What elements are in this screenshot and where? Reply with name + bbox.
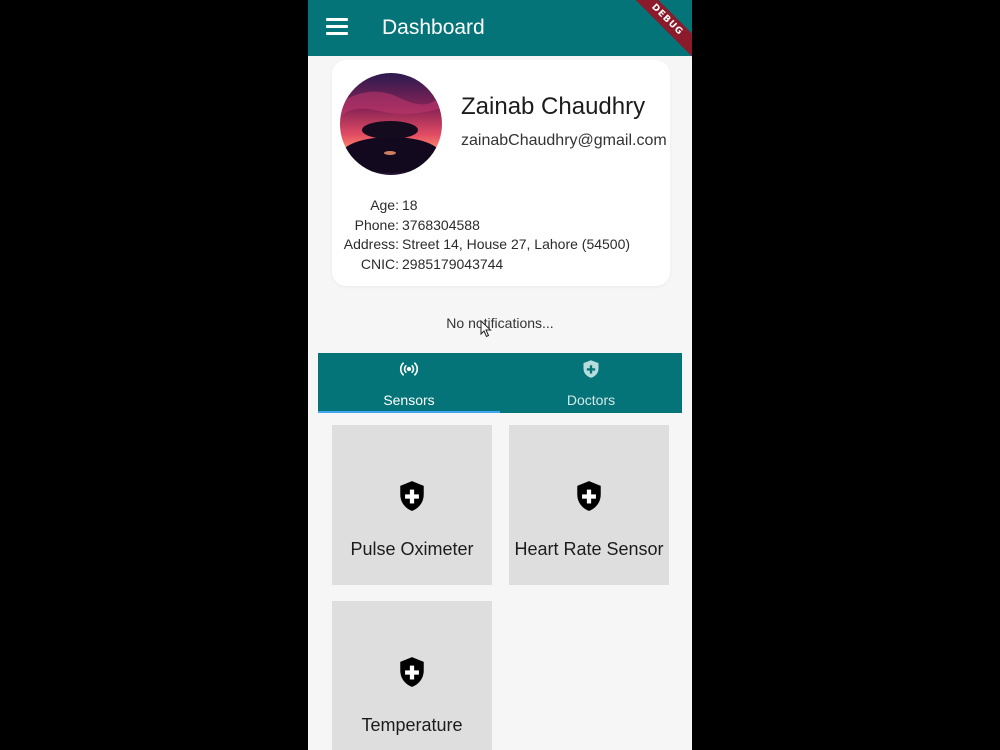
detail-label: Address: [343, 236, 399, 252]
sensor-label: Temperature [361, 715, 463, 735]
tab-indicator [318, 411, 500, 413]
detail-label: Phone: [354, 216, 399, 233]
detail-value: 3768304588 [402, 216, 480, 233]
sensor-card-pulse-oximeter[interactable]: Pulse Oximeter [332, 425, 492, 585]
sensors-icon [399, 362, 419, 376]
tab-label: Doctors [566, 392, 616, 408]
sensor-label: Pulse Oximeter [350, 539, 474, 559]
shield-plus-icon [583, 360, 599, 378]
sensor-label: Heart Rate Sensor [514, 539, 664, 559]
sensor-card-heart-rate[interactable]: Heart Rate Sensor [509, 425, 669, 585]
detail-value: 2985179043744 [402, 255, 504, 272]
detail-address: Address: Street 14, House 27, Lahore (545… [332, 235, 670, 255]
debug-banner: DEBUG [622, 0, 692, 65]
app-screen: Dashboard DEBUG Zainab Chaudhry zainabCh… [308, 0, 692, 750]
profile-email: zainabChaudhry@gmail.com [461, 132, 667, 149]
detail-age: Age: 18 [332, 196, 670, 216]
avatar[interactable] [340, 73, 442, 175]
menu-icon[interactable] [326, 18, 348, 36]
profile-name: Zainab Chaudhry [461, 93, 646, 120]
page-title: Dashboard [382, 16, 485, 39]
notifications-text: No notifications... [446, 315, 554, 331]
detail-cnic: CNIC: 2985179043744 [332, 255, 670, 275]
profile-details: Age: 18 Phone: 3768304588 Address: Street 1… [332, 196, 670, 274]
tab-sensors[interactable]: Sensors [318, 353, 500, 413]
shield-plus-icon [577, 481, 601, 511]
detail-label: CNIC: [360, 255, 399, 272]
app-bar: Dashboard DEBUG [308, 0, 692, 65]
detail-label: Age: [370, 197, 399, 213]
sensor-card-temperature[interactable]: Temperature [332, 601, 492, 750]
shield-plus-icon [400, 481, 424, 511]
tab-label: Sensors [383, 392, 435, 408]
tab-bar: Sensors Doctors [318, 353, 682, 413]
detail-value: 18 [402, 197, 418, 213]
detail-value: Street 14, House 27, Lahore (54500) [402, 236, 631, 252]
tab-doctors[interactable]: Doctors [500, 353, 682, 413]
mouse-cursor-icon [480, 320, 492, 338]
detail-phone: Phone: 3768304588 [332, 216, 670, 236]
shield-plus-icon [400, 657, 424, 687]
profile-card: Zainab Chaudhry zainabChaudhry@gmail.com… [332, 60, 670, 286]
